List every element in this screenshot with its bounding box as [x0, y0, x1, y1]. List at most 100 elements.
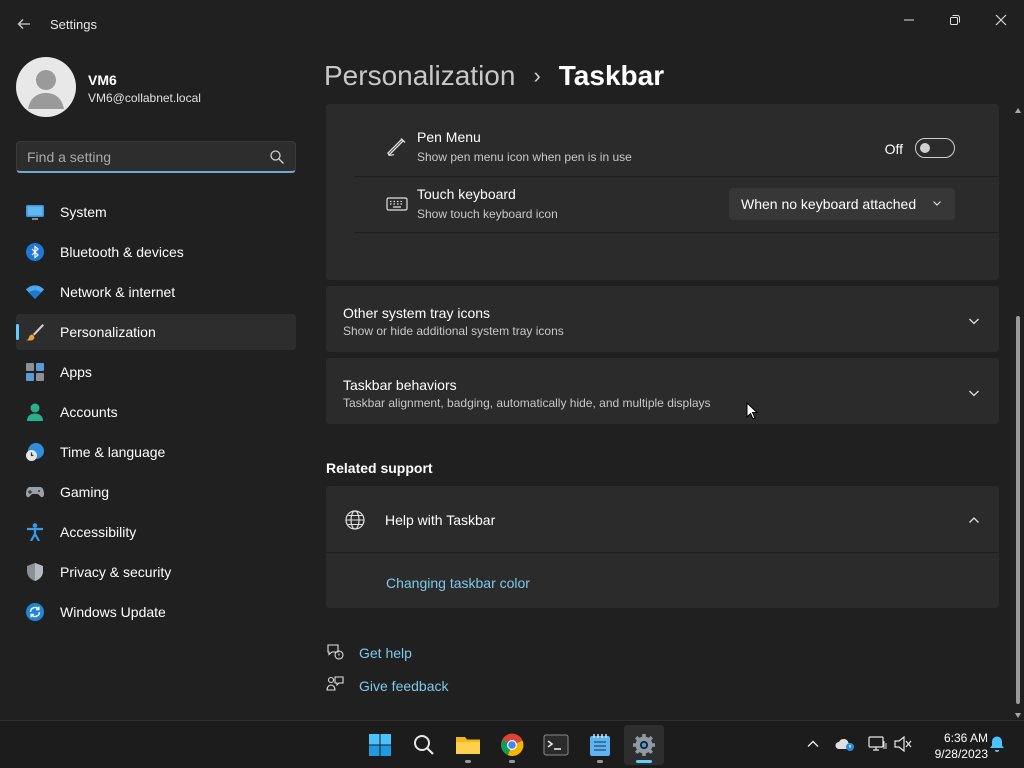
sidebar-item-accounts[interactable]: Accounts	[16, 394, 296, 430]
clock-date: 9/28/2023	[934, 747, 988, 761]
help-with-taskbar-expander[interactable]: Help with Taskbar Changing taskbar color	[326, 486, 999, 608]
chevron-down-icon	[933, 201, 941, 206]
close-button[interactable]	[978, 4, 1024, 36]
scrollbar[interactable]	[1013, 108, 1023, 718]
touch-keyboard-row: Touch keyboard Show touch keyboard icon …	[354, 177, 999, 233]
sidebar-item-accessibility[interactable]: Accessibility	[16, 514, 296, 550]
changing-taskbar-color-link[interactable]: Changing taskbar color	[386, 575, 530, 591]
monitor-icon	[26, 205, 44, 220]
volume-tray[interactable]	[892, 733, 914, 755]
page-title: Taskbar	[558, 60, 665, 91]
sidebar-item-gaming[interactable]: Gaming	[16, 474, 296, 510]
sidebar-item-label: Gaming	[60, 484, 110, 500]
pen-menu-toggle-state: Off	[884, 141, 903, 157]
system-clock[interactable]: 6:36 AM 9/28/2023	[916, 730, 988, 762]
help-chat-icon	[327, 644, 344, 660]
taskbar-chrome[interactable]	[492, 725, 532, 765]
touch-keyboard-dropdown[interactable]: When no keyboard attached	[729, 188, 955, 220]
divider	[354, 232, 999, 233]
globe-clock-icon	[26, 443, 44, 461]
sidebar-item-windows-update[interactable]: Windows Update	[16, 594, 296, 630]
content-pane: Pen Menu Show pen menu icon when pen is …	[326, 104, 1000, 718]
keyboard-icon	[386, 197, 408, 211]
gamepad-icon	[26, 487, 44, 498]
close-icon	[995, 14, 1007, 26]
search-input[interactable]	[27, 148, 267, 166]
related-support-heading: Related support	[326, 460, 433, 476]
scroll-down-arrow-icon[interactable]	[1015, 713, 1021, 718]
windows-start-icon	[369, 734, 391, 756]
app-title: Settings	[50, 17, 97, 32]
give-feedback-link[interactable]: Give feedback	[326, 674, 526, 698]
chevron-up-icon	[969, 517, 979, 523]
notifications-button[interactable]	[986, 733, 1008, 755]
pen-menu-toggle[interactable]	[915, 138, 955, 158]
profile-email: VM6@collabnet.local	[88, 91, 201, 105]
onedrive-tray[interactable]	[834, 733, 856, 755]
other-system-tray-icons-expander[interactable]: Other system tray icons Show or hide add…	[326, 286, 999, 352]
pen-menu-description: Show pen menu icon when pen is in use	[417, 150, 632, 164]
chrome-icon	[501, 733, 524, 756]
breadcrumb-parent[interactable]: Personalization	[324, 60, 515, 92]
feedback-icon	[326, 676, 344, 691]
breadcrumb: Personalization › Taskbar	[324, 58, 664, 94]
sidebar-item-label: Bluetooth & devices	[60, 244, 184, 260]
sidebar-item-label: Accounts	[60, 404, 118, 420]
chevron-down-icon	[969, 318, 979, 325]
sidebar-item-time-language[interactable]: Time & language	[16, 434, 296, 470]
taskbar-file-explorer[interactable]	[448, 725, 488, 765]
sidebar-item-system[interactable]: System	[16, 194, 296, 230]
minimize-icon	[904, 19, 914, 21]
start-button[interactable]	[360, 725, 400, 765]
network-tray[interactable]	[866, 733, 888, 755]
taskbar-search-button[interactable]	[404, 725, 444, 765]
user-avatar-icon	[28, 70, 64, 109]
search-box[interactable]	[16, 141, 296, 173]
pen-menu-row: Pen Menu Show pen menu icon when pen is …	[354, 120, 999, 176]
restore-button[interactable]	[932, 4, 978, 36]
show-hidden-icons-button[interactable]	[802, 733, 824, 755]
running-indicator	[465, 760, 471, 763]
minimize-button[interactable]	[886, 4, 932, 36]
clock-time: 6:36 AM	[943, 731, 988, 745]
apps-icon	[26, 363, 44, 381]
back-button[interactable]	[10, 12, 38, 36]
sidebar-item-network[interactable]: Network & internet	[16, 274, 296, 310]
get-help-link[interactable]: Get help	[326, 641, 526, 665]
title-bar: Settings	[0, 0, 1024, 48]
taskbar-behaviors-expander[interactable]: Taskbar behaviors Taskbar alignment, bad…	[326, 358, 999, 424]
sidebar-item-apps[interactable]: Apps	[16, 354, 296, 390]
terminal-icon	[543, 734, 569, 756]
wifi-icon	[26, 285, 44, 299]
shield-icon	[27, 563, 43, 581]
sidebar-item-label: System	[60, 204, 107, 220]
sidebar-item-privacy[interactable]: Privacy & security	[16, 554, 296, 590]
sidebar-item-label: Time & language	[60, 444, 166, 460]
running-indicator	[597, 760, 603, 763]
onedrive-icon	[835, 738, 854, 751]
sidebar-item-label: Personalization	[60, 324, 156, 340]
expander-description: Show or hide additional system tray icon…	[343, 324, 564, 338]
sidebar-item-personalization[interactable]: Personalization	[16, 314, 296, 350]
pen-menu-title: Pen Menu	[417, 129, 481, 145]
restore-icon	[950, 15, 960, 25]
settings-gear-icon	[633, 734, 655, 756]
help-title: Help with Taskbar	[385, 512, 496, 528]
search-icon	[270, 150, 284, 164]
taskbar-terminal[interactable]	[536, 725, 576, 765]
volume-muted-icon	[894, 735, 912, 753]
get-help-label: Get help	[359, 645, 412, 661]
taskbar-settings[interactable]	[624, 725, 664, 765]
avatar[interactable]	[16, 57, 76, 117]
sidebar-item-bluetooth[interactable]: Bluetooth & devices	[16, 234, 296, 270]
divider	[326, 552, 999, 553]
file-explorer-icon	[456, 737, 480, 754]
notepad-icon	[590, 734, 610, 756]
taskbar-notepad[interactable]	[580, 725, 620, 765]
paintbrush-icon	[26, 324, 44, 341]
back-arrow-icon	[17, 19, 30, 29]
scrollbar-thumb[interactable]	[1016, 316, 1020, 704]
sidebar-item-label: Accessibility	[60, 524, 137, 540]
scroll-up-arrow-icon[interactable]	[1015, 108, 1021, 113]
bluetooth-icon	[26, 243, 44, 261]
